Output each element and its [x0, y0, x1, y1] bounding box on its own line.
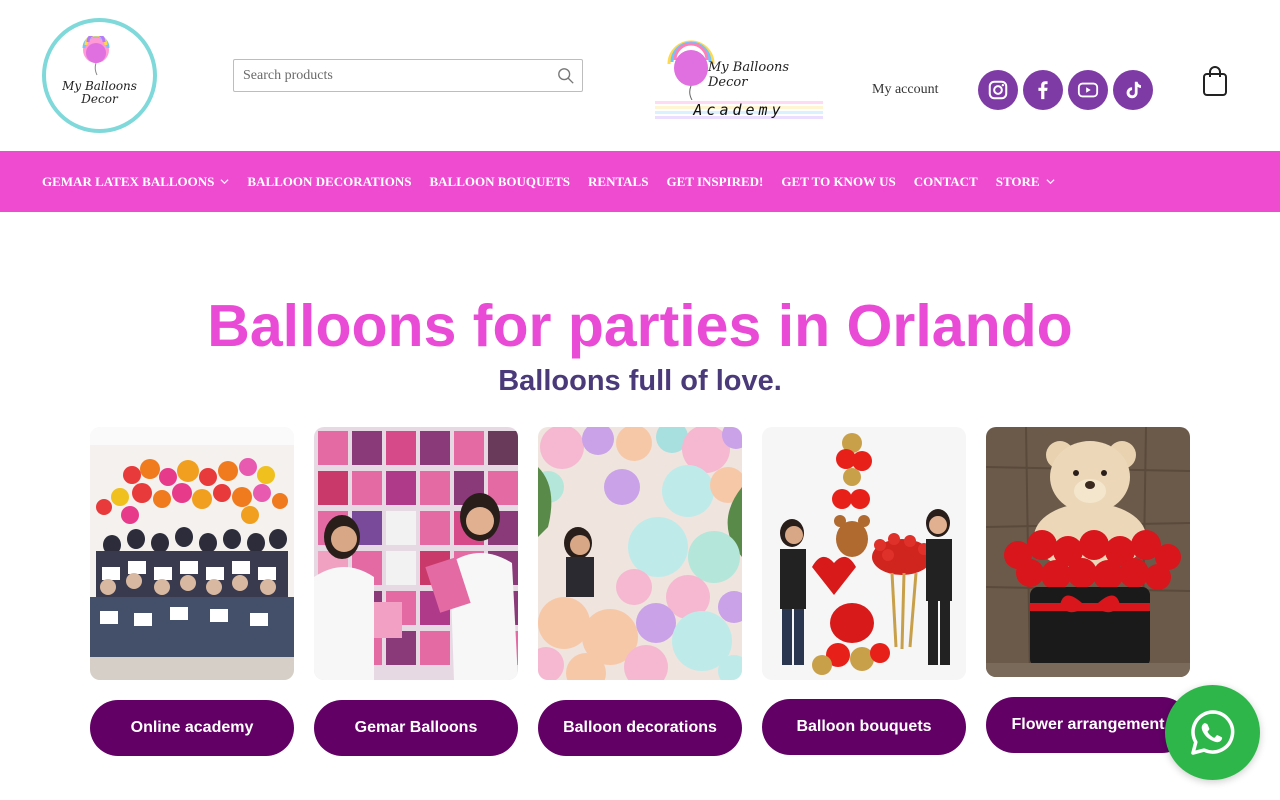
site-logo[interactable]: My Balloons Decor — [42, 18, 157, 133]
tiktok-icon — [1126, 81, 1141, 99]
flower-arrangement-button[interactable]: Flower arrangement — [986, 697, 1190, 753]
gemar-photo — [314, 427, 518, 680]
nav-item-label: GET TO KNOW US — [781, 173, 896, 189]
card-image-gemar-balloons[interactable] — [314, 427, 518, 680]
chevron-down-icon — [220, 179, 229, 185]
search-icon[interactable] — [557, 67, 575, 85]
balloon-decorations-button[interactable]: Balloon decorations — [538, 700, 742, 756]
chevron-down-icon — [1046, 179, 1055, 185]
nav-item-label: GEMAR LATEX BALLOONS — [42, 173, 215, 189]
nav-item-rentals[interactable]: RENTALS — [588, 174, 648, 190]
logo-text: My Balloons Decor — [62, 79, 137, 106]
nav-item-gemar-latex-balloons[interactable]: GEMAR LATEX BALLOONS — [42, 174, 229, 190]
youtube-icon — [1077, 82, 1099, 98]
main-nav: GEMAR LATEX BALLOONS BALLOON DECORATIONS… — [0, 151, 1280, 212]
hero-title: Balloons for parties in Orlando — [207, 293, 1073, 359]
flowers-photo — [986, 427, 1190, 677]
decorations-photo — [538, 427, 742, 680]
nav-item-balloon-decorations[interactable]: BALLOON DECORATIONS — [247, 174, 411, 190]
nav-item-label: STORE — [995, 173, 1040, 189]
shopping-bag-icon — [1203, 66, 1227, 96]
academy-logo[interactable]: My Balloons Decor Academy — [652, 38, 824, 124]
academy-brand-text: My Balloons Decor — [708, 60, 790, 90]
gemar-balloons-button[interactable]: Gemar Balloons — [314, 700, 518, 756]
online-academy-button[interactable]: Online academy — [90, 700, 294, 756]
academy-word: Academy — [655, 101, 823, 119]
social-links — [978, 70, 1153, 110]
nav-item-label: GET INSPIRED! — [666, 173, 764, 189]
nav-item-store[interactable]: STORE — [996, 174, 1055, 190]
search-input[interactable] — [234, 60, 554, 91]
whatsapp-chat-button[interactable] — [1165, 685, 1260, 780]
nav-item-get-inspired[interactable]: GET INSPIRED! — [666, 174, 763, 190]
whatsapp-icon — [1190, 709, 1234, 755]
balloon-logo-icon — [82, 36, 110, 76]
facebook-link[interactable] — [1023, 70, 1063, 110]
academy-photo — [90, 427, 294, 680]
instagram-icon — [988, 80, 1008, 100]
nav-item-balloon-bouquets[interactable]: BALLOON BOUQUETS — [430, 174, 571, 190]
site-header: My Balloons Decor My Balloons Decor Acad… — [0, 0, 1280, 151]
nav-item-label: RENTALS — [588, 173, 649, 189]
balloon-bouquets-button[interactable]: Balloon bouquets — [762, 699, 966, 755]
cart-button[interactable] — [1202, 65, 1228, 97]
bouquets-photo — [762, 427, 966, 680]
youtube-link[interactable] — [1068, 70, 1108, 110]
search-box — [233, 59, 583, 92]
card-image-balloon-bouquets[interactable] — [762, 427, 966, 680]
card-image-flower-arrangement[interactable] — [986, 427, 1190, 677]
nav-item-contact[interactable]: CONTACT — [914, 174, 978, 190]
tiktok-link[interactable] — [1113, 70, 1153, 110]
nav-item-label: BALLOON DECORATIONS — [247, 173, 412, 189]
facebook-icon — [1038, 81, 1048, 100]
nav-item-label: CONTACT — [913, 173, 978, 189]
nav-item-label: BALLOON BOUQUETS — [429, 173, 571, 189]
hero-subtitle: Balloons full of love. — [498, 365, 782, 397]
card-image-online-academy[interactable] — [90, 427, 294, 680]
my-account-link[interactable]: My account — [872, 82, 938, 98]
nav-item-get-to-know-us[interactable]: GET TO KNOW US — [781, 174, 895, 190]
card-image-balloon-decorations[interactable] — [538, 427, 742, 680]
instagram-link[interactable] — [978, 70, 1018, 110]
